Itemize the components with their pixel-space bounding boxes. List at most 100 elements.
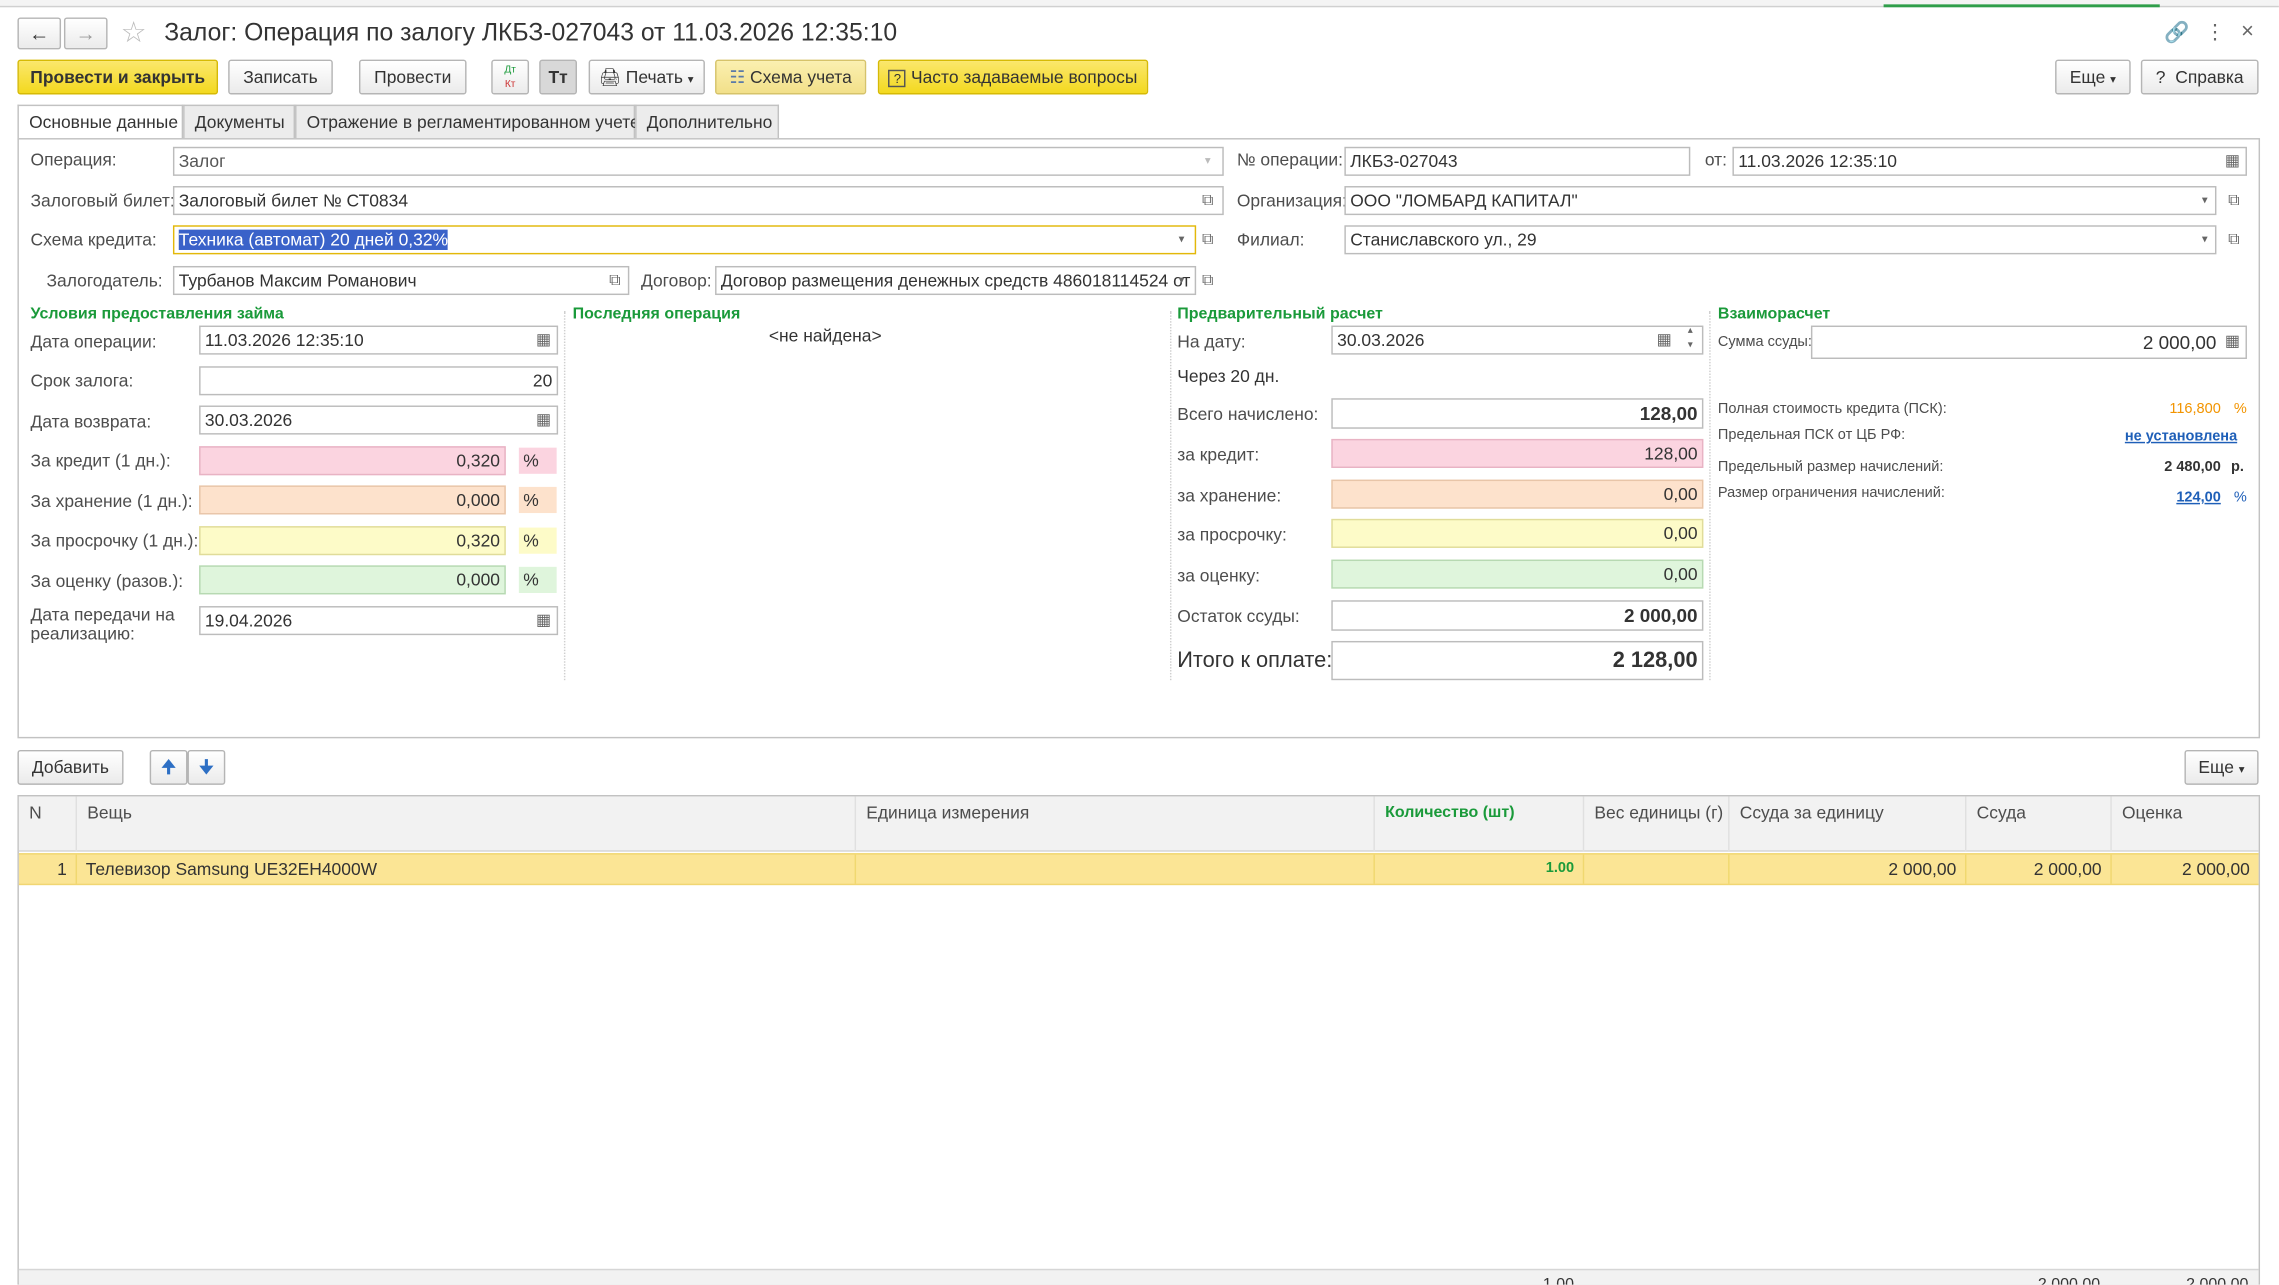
help-label: Справка [2175,66,2244,88]
dtkt-icon: Дт Кт [504,65,516,91]
tab-regulated-accounting[interactable]: Отражение в регламентированном учете [295,104,640,139]
open-link-icon[interactable]: ⧉ [1195,267,1221,293]
forward-button[interactable]: → [63,17,108,50]
print-button[interactable]: 🖨 Печать ▾ [588,59,705,95]
accrual-storage-label: за хранение: [1177,485,1282,506]
cb-psk-link[interactable]: не установлена [2125,429,2237,445]
post-button[interactable]: Провести [358,59,467,95]
column-header-unit[interactable]: Единица измерения [856,796,1375,852]
column-header-appraisal[interactable]: Оценка [2112,796,2259,851]
calendar-icon[interactable]: ▦ [530,407,556,433]
calendar-icon[interactable]: ▦ [1651,327,1677,353]
calendar-icon[interactable]: ▦ [530,327,556,353]
column-header-item[interactable]: Вещь [77,796,857,852]
open-link-icon[interactable]: ⧉ [602,267,628,293]
column-header-loan-per-unit[interactable]: Ссуда за единицу [1730,796,1967,852]
move-down-button[interactable]: 🠋 [187,749,226,785]
link-icon[interactable]: 🔗 [2164,20,2189,45]
loan-amount-field[interactable]: 2 000,00 [1810,325,2247,359]
faq-button[interactable]: ? Часто задаваемые вопросы [877,59,1149,95]
preliminary-calc-title: Предварительный расчет [1177,305,1383,323]
organization-field[interactable]: ООО "ЛОМБАРД КАПИТАЛ" [1344,186,2217,216]
cb-psk-label: Предельная ПСК от ЦБ РФ: [1717,427,1906,444]
faq-label: Часто задаваемые вопросы [910,66,1138,88]
table-more-label: Еще [2198,757,2234,778]
on-date-field[interactable]: 30.03.2026 [1331,325,1704,355]
pledger-field[interactable]: Турбанов Максим Романович [172,265,630,296]
accounting-scheme-button[interactable]: ☷ Схема учета [715,59,867,95]
dropdown-arrow-icon[interactable]: ▾ [1169,227,1195,253]
credit-rate-field[interactable]: 0,320 [199,446,506,476]
dropdown-arrow-icon[interactable]: ▾ [1195,148,1221,174]
open-link-icon[interactable]: ⧉ [1195,227,1221,253]
spin-buttons-icon[interactable]: ▴ ▾ [1677,324,1703,351]
calendar-icon[interactable]: ▦ [530,608,556,634]
pledge-ticket-field[interactable]: Залоговый билет № СТ0834 [172,186,1224,216]
appraisal-rate-field[interactable]: 0,000 [199,565,506,595]
operation-number-field[interactable]: ЛКБЗ-027043 [1344,146,1691,176]
row-loan[interactable]: 2 000,00 [1966,854,2112,884]
branch-field[interactable]: Станиславского ул., 29 [1344,225,2217,255]
footer-quantity: 1.00 [1542,1276,1575,1285]
window-title: Залог: Операция по залогу ЛКБЗ-027043 от… [164,18,898,47]
text-format-button[interactable]: Tт [539,59,577,95]
total-accrued-label: Всего начислено: [1177,404,1319,425]
row-appraisal[interactable]: 2 000,00 [2112,855,2259,884]
dropdown-arrow-icon[interactable]: ▾ [1169,267,1195,293]
return-date-field[interactable]: 30.03.2026 [199,405,559,435]
open-link-icon[interactable]: ⧉ [1195,187,1221,213]
credit-scheme-field[interactable]: Техника (автомат) 20 дней 0,32% [172,225,1197,255]
kebab-menu-icon[interactable]: ⋮ [2205,20,2225,45]
open-link-icon[interactable]: ⧉ [2221,227,2247,253]
favorite-star-icon[interactable]: ☆ [121,15,147,51]
accrual-credit-field: 128,00 [1331,438,1704,468]
dropdown-arrow-icon[interactable]: ▾ [2192,227,2218,253]
open-link-icon[interactable]: ⧉ [2221,187,2247,213]
accrual-overdue-field: 0,00 [1331,518,1704,548]
from-label: от: [1704,149,1728,171]
row-quantity[interactable]: 1.00 [1375,854,1585,884]
help-button[interactable]: ? Справка [2140,59,2259,95]
row-loan-per-unit[interactable]: 2 000,00 [1730,854,1967,884]
post-and-close-button[interactable]: Провести и закрыть [17,59,219,95]
table-more-button[interactable]: Еще ▾ [2184,749,2259,785]
row-number: 1 [19,854,78,884]
operation-field[interactable]: Залог [172,146,1224,176]
tab-documents[interactable]: Документы [183,104,296,139]
accrual-restriction-link[interactable]: 124,00 [2136,490,2220,506]
close-icon[interactable]: × [2241,19,2254,44]
row-unit[interactable] [856,854,1375,884]
tab-main-data[interactable]: Основные данные [17,104,184,140]
back-button[interactable]: ← [17,17,62,50]
percent-unit: % [518,447,557,474]
last-operation-value: <не найдена> [768,325,882,346]
column-header-unit-weight[interactable]: Вес единицы (г) [1584,796,1730,852]
calculator-icon[interactable]: ▦ [2219,328,2245,354]
app-window: ← → ☆ Залог: Операция по залогу ЛКБЗ-027… [0,0,2279,1285]
move-up-button[interactable]: 🠉 [149,749,188,785]
operation-date-field[interactable]: 11.03.2026 12:35:10 [199,325,559,355]
row-unit-weight[interactable] [1584,854,1730,884]
column-header-n[interactable]: N [19,796,78,852]
percent-unit: % [518,566,557,593]
storage-rate-field[interactable]: 0,000 [199,485,506,515]
accrual-restriction-unit: % [2233,489,2247,506]
add-row-button[interactable]: Добавить [17,749,124,785]
more-button[interactable]: Еще ▾ [2055,59,2131,95]
pledger-label: Залогодатель: [46,270,163,291]
row-item[interactable]: Телевизор Samsung UE32EH4000W [77,854,857,884]
sale-date-field[interactable]: 19.04.2026 [199,606,559,636]
dropdown-arrow-icon[interactable]: ▾ [2192,187,2218,213]
calendar-icon[interactable]: ▦ [2219,148,2245,174]
open-windows-strip [0,0,2279,8]
column-header-loan[interactable]: Ссуда [1966,796,2112,852]
operation-datetime-field[interactable]: 11.03.2026 12:35:10 [1732,146,2247,176]
save-button[interactable]: Записать [228,59,333,95]
contract-field[interactable]: Договор размещения денежных средств 4860… [715,265,1197,296]
overdue-rate-field[interactable]: 0,320 [199,526,506,556]
percent-unit: % [518,486,557,514]
tab-additional[interactable]: Дополнительно [635,104,780,139]
dtkt-button[interactable]: Дт Кт [491,59,530,95]
column-header-quantity[interactable]: Количество (шт) [1375,796,1585,852]
pledge-term-field[interactable]: 20 [199,366,559,396]
